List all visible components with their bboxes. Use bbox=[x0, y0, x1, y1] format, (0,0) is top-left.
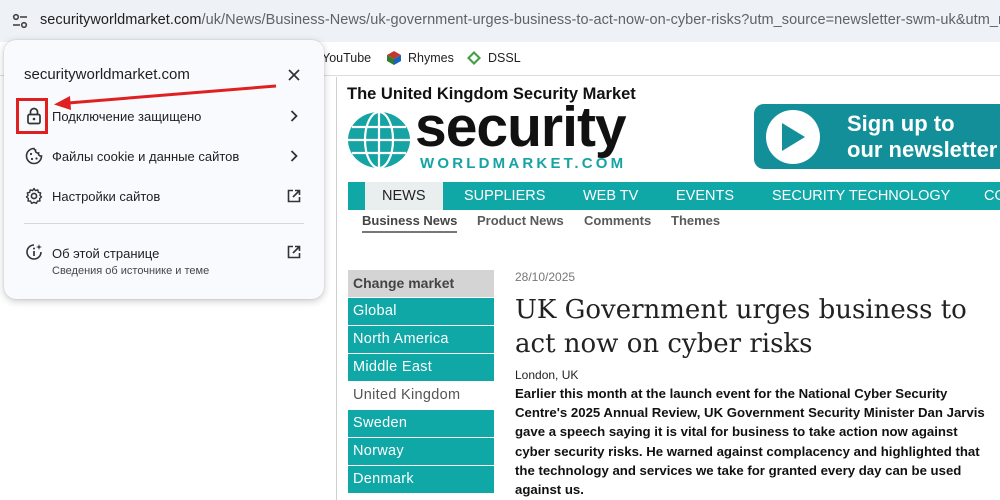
market-denmark[interactable]: Denmark bbox=[348, 466, 494, 493]
about-page-title: Об этой странице bbox=[52, 246, 160, 261]
site-info-popup: securityworldmarket.com Подключение защи… bbox=[4, 40, 324, 299]
bookmark-dssl-label: DSSL bbox=[488, 51, 521, 65]
market-selector: Change market Global North America Middl… bbox=[348, 270, 494, 494]
url-path: /uk/News/Business-News/uk-government-urg… bbox=[201, 12, 1000, 28]
subnav-business-news[interactable]: Business News bbox=[362, 213, 458, 233]
market-north-america[interactable]: North America bbox=[348, 326, 494, 353]
cookies-label: Файлы cookie и данные сайтов bbox=[52, 148, 240, 164]
article-date: 28/10/2025 bbox=[515, 270, 576, 284]
bookmark-rhymes-label: Rhymes bbox=[408, 51, 454, 65]
site-logo[interactable]: security WORLDMARKET.COM bbox=[347, 99, 667, 175]
market-global[interactable]: Global bbox=[348, 298, 494, 325]
nav-news[interactable]: NEWS bbox=[365, 182, 443, 210]
site-settings-row[interactable]: Настройки сайтов bbox=[4, 176, 324, 216]
address-bar: securityworldmarket.com/uk/News/Business… bbox=[0, 0, 1000, 42]
close-icon[interactable] bbox=[284, 65, 304, 85]
chevron-right-icon bbox=[284, 106, 304, 126]
external-link-icon bbox=[284, 186, 304, 206]
cookies-row[interactable]: Файлы cookie и данные сайтов bbox=[4, 136, 324, 176]
site-info-icon[interactable] bbox=[9, 10, 31, 32]
market-norway[interactable]: Norway bbox=[348, 438, 494, 465]
bookmark-youtube-label: YouTube bbox=[322, 51, 372, 65]
web-page: The United Kingdom Security Market secur… bbox=[336, 77, 1000, 500]
subnav-product-news[interactable]: Product News bbox=[477, 213, 564, 233]
signup-text: Sign up to our newsletter bbox=[847, 111, 997, 163]
subnav-comments[interactable]: Comments bbox=[584, 213, 651, 233]
url-host: securityworldmarket.com bbox=[40, 12, 202, 28]
play-icon bbox=[766, 110, 820, 164]
article-dateline: London, UK bbox=[515, 368, 579, 382]
article-headline: UK Government urges business to act now … bbox=[515, 295, 967, 359]
nav-security-technology[interactable]: SECURITY TECHNOLOGY bbox=[772, 182, 950, 210]
signup-line2: our newsletter bbox=[847, 137, 998, 162]
chevron-right-icon bbox=[284, 146, 304, 166]
cookie-icon bbox=[24, 146, 44, 166]
info-sparkle-icon bbox=[24, 242, 44, 262]
nav-suppliers[interactable]: SUPPLIERS bbox=[464, 182, 545, 210]
subnav-themes[interactable]: Themes bbox=[671, 213, 720, 233]
logo-subtitle: WORLDMARKET.COM bbox=[420, 155, 627, 172]
market-middle-east[interactable]: Middle East bbox=[348, 354, 494, 381]
dssl-icon bbox=[467, 51, 481, 65]
bookmark-youtube[interactable]: YouTube bbox=[322, 51, 371, 65]
logo-word: security bbox=[415, 95, 627, 159]
market-sweden[interactable]: Sweden bbox=[348, 410, 494, 437]
nav-events[interactable]: EVENTS bbox=[676, 182, 734, 210]
rhymes-icon bbox=[387, 51, 401, 65]
nav-contact[interactable]: CO bbox=[984, 182, 1000, 210]
main-nav: NEWS SUPPLIERS WEB TV EVENTS SECURITY TE… bbox=[348, 182, 1000, 210]
newsletter-signup-banner[interactable]: Sign up to our newsletter bbox=[754, 104, 1000, 169]
external-link-icon bbox=[284, 242, 304, 262]
url-input[interactable]: securityworldmarket.com/uk/News/Business… bbox=[40, 12, 1000, 28]
annotation-arrow bbox=[54, 84, 277, 110]
popup-divider bbox=[24, 223, 304, 224]
globe-icon bbox=[348, 111, 410, 169]
market-heading: Change market bbox=[348, 270, 494, 297]
bookmark-dssl[interactable]: DSSL bbox=[467, 51, 521, 65]
about-page-subtitle: Сведения об источнике и теме bbox=[52, 265, 210, 277]
highlight-box bbox=[16, 98, 48, 134]
gear-icon bbox=[24, 186, 44, 206]
article-body: Earlier this month at the launch event f… bbox=[515, 386, 985, 498]
market-united-kingdom: United Kingdom bbox=[348, 382, 494, 409]
signup-line1: Sign up to bbox=[847, 111, 955, 136]
site-settings-label: Настройки сайтов bbox=[52, 188, 161, 204]
bookmark-rhymes[interactable]: Rhymes bbox=[387, 51, 454, 65]
nav-web-tv[interactable]: WEB TV bbox=[583, 182, 638, 210]
